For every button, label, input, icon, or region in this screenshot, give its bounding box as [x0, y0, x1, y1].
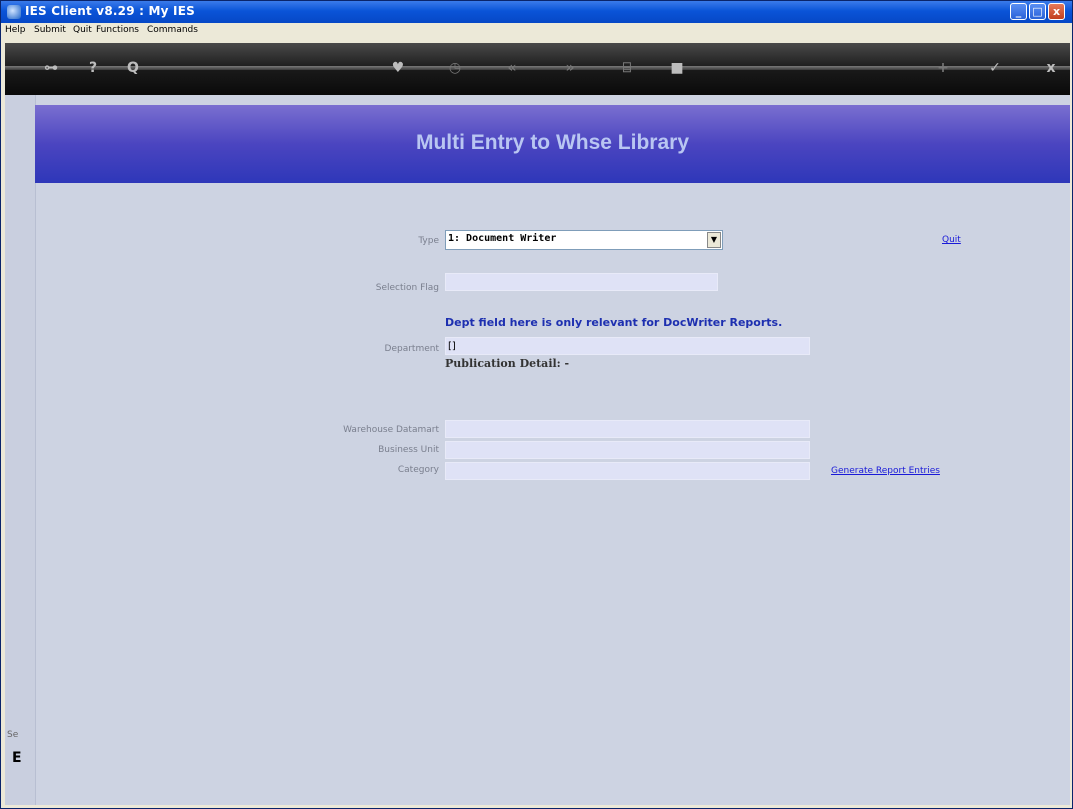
search-icon[interactable]: Q [123, 59, 143, 79]
department-label: Department [384, 344, 439, 354]
back-icon[interactable]: « [502, 59, 522, 79]
menu-submit[interactable]: Submit [34, 25, 66, 35]
menu-bar: Help Submit Quit Functions Commands [1, 23, 1072, 39]
department-value: [] [448, 341, 456, 352]
copy-icon[interactable]: ⌸ [617, 59, 637, 79]
add-icon[interactable]: + [933, 59, 953, 79]
forward-icon[interactable]: » [560, 59, 580, 79]
selection-flag-field[interactable] [445, 273, 718, 291]
title-bar: IES Client v8.29 : My IES _ □ x [1, 1, 1072, 23]
close-button[interactable]: x [1048, 3, 1065, 20]
window-title: IES Client v8.29 : My IES [25, 4, 195, 18]
main-content: Se E Multi Entry to Whse Library Type 1:… [5, 95, 1070, 805]
business-unit-field[interactable] [445, 441, 810, 459]
side-label: Se [7, 730, 19, 740]
clock-icon[interactable]: ◷ [445, 59, 465, 79]
minimize-button[interactable]: _ [1010, 3, 1027, 20]
side-glyph: E [12, 750, 22, 766]
menu-commands[interactable]: Commands [147, 25, 198, 35]
type-select[interactable]: 1: Document Writer ▼ [445, 230, 723, 250]
chevron-down-icon[interactable]: ▼ [707, 232, 721, 248]
toolbar: ⊶ ? Q ♥ ◷ « » ⌸ ■ + ✓ x [5, 43, 1070, 95]
app-icon [7, 5, 21, 19]
business-unit-label: Business Unit [378, 445, 439, 455]
selection-flag-label: Selection Flag [375, 283, 439, 293]
application-window: IES Client v8.29 : My IES _ □ x Help Sub… [0, 0, 1073, 809]
category-label: Category [397, 465, 439, 475]
toolbar-close-icon[interactable]: x [1041, 59, 1061, 79]
help-icon[interactable]: ? [83, 59, 103, 79]
ok-icon[interactable]: ✓ [985, 59, 1005, 79]
left-side-panel: Se E [5, 95, 36, 805]
category-field[interactable] [445, 462, 810, 480]
heart-icon[interactable]: ♥ [388, 59, 408, 79]
page-banner: Multi Entry to Whse Library [35, 105, 1070, 183]
quit-link[interactable]: Quit [942, 235, 961, 245]
type-select-value: 1: Document Writer [448, 233, 557, 244]
menu-functions[interactable]: Functions [96, 25, 139, 35]
stop-icon[interactable]: ■ [667, 59, 687, 79]
maximize-button[interactable]: □ [1029, 3, 1046, 20]
menu-help[interactable]: Help [5, 25, 26, 35]
toolbar-stripe [5, 66, 1070, 70]
department-note: Dept field here is only relevant for Doc… [445, 316, 783, 329]
key-icon[interactable]: ⊶ [41, 59, 61, 79]
warehouse-datamart-label: Warehouse Datamart [343, 425, 439, 435]
department-field[interactable] [445, 337, 810, 355]
generate-report-entries-link[interactable]: Generate Report Entries [831, 466, 940, 476]
page-title: Multi Entry to Whse Library [415, 131, 690, 154]
type-label: Type [418, 236, 439, 246]
warehouse-datamart-field[interactable] [445, 420, 810, 438]
menu-quit[interactable]: Quit [73, 25, 92, 35]
publication-detail-heading: Publication Detail: - [445, 357, 570, 370]
